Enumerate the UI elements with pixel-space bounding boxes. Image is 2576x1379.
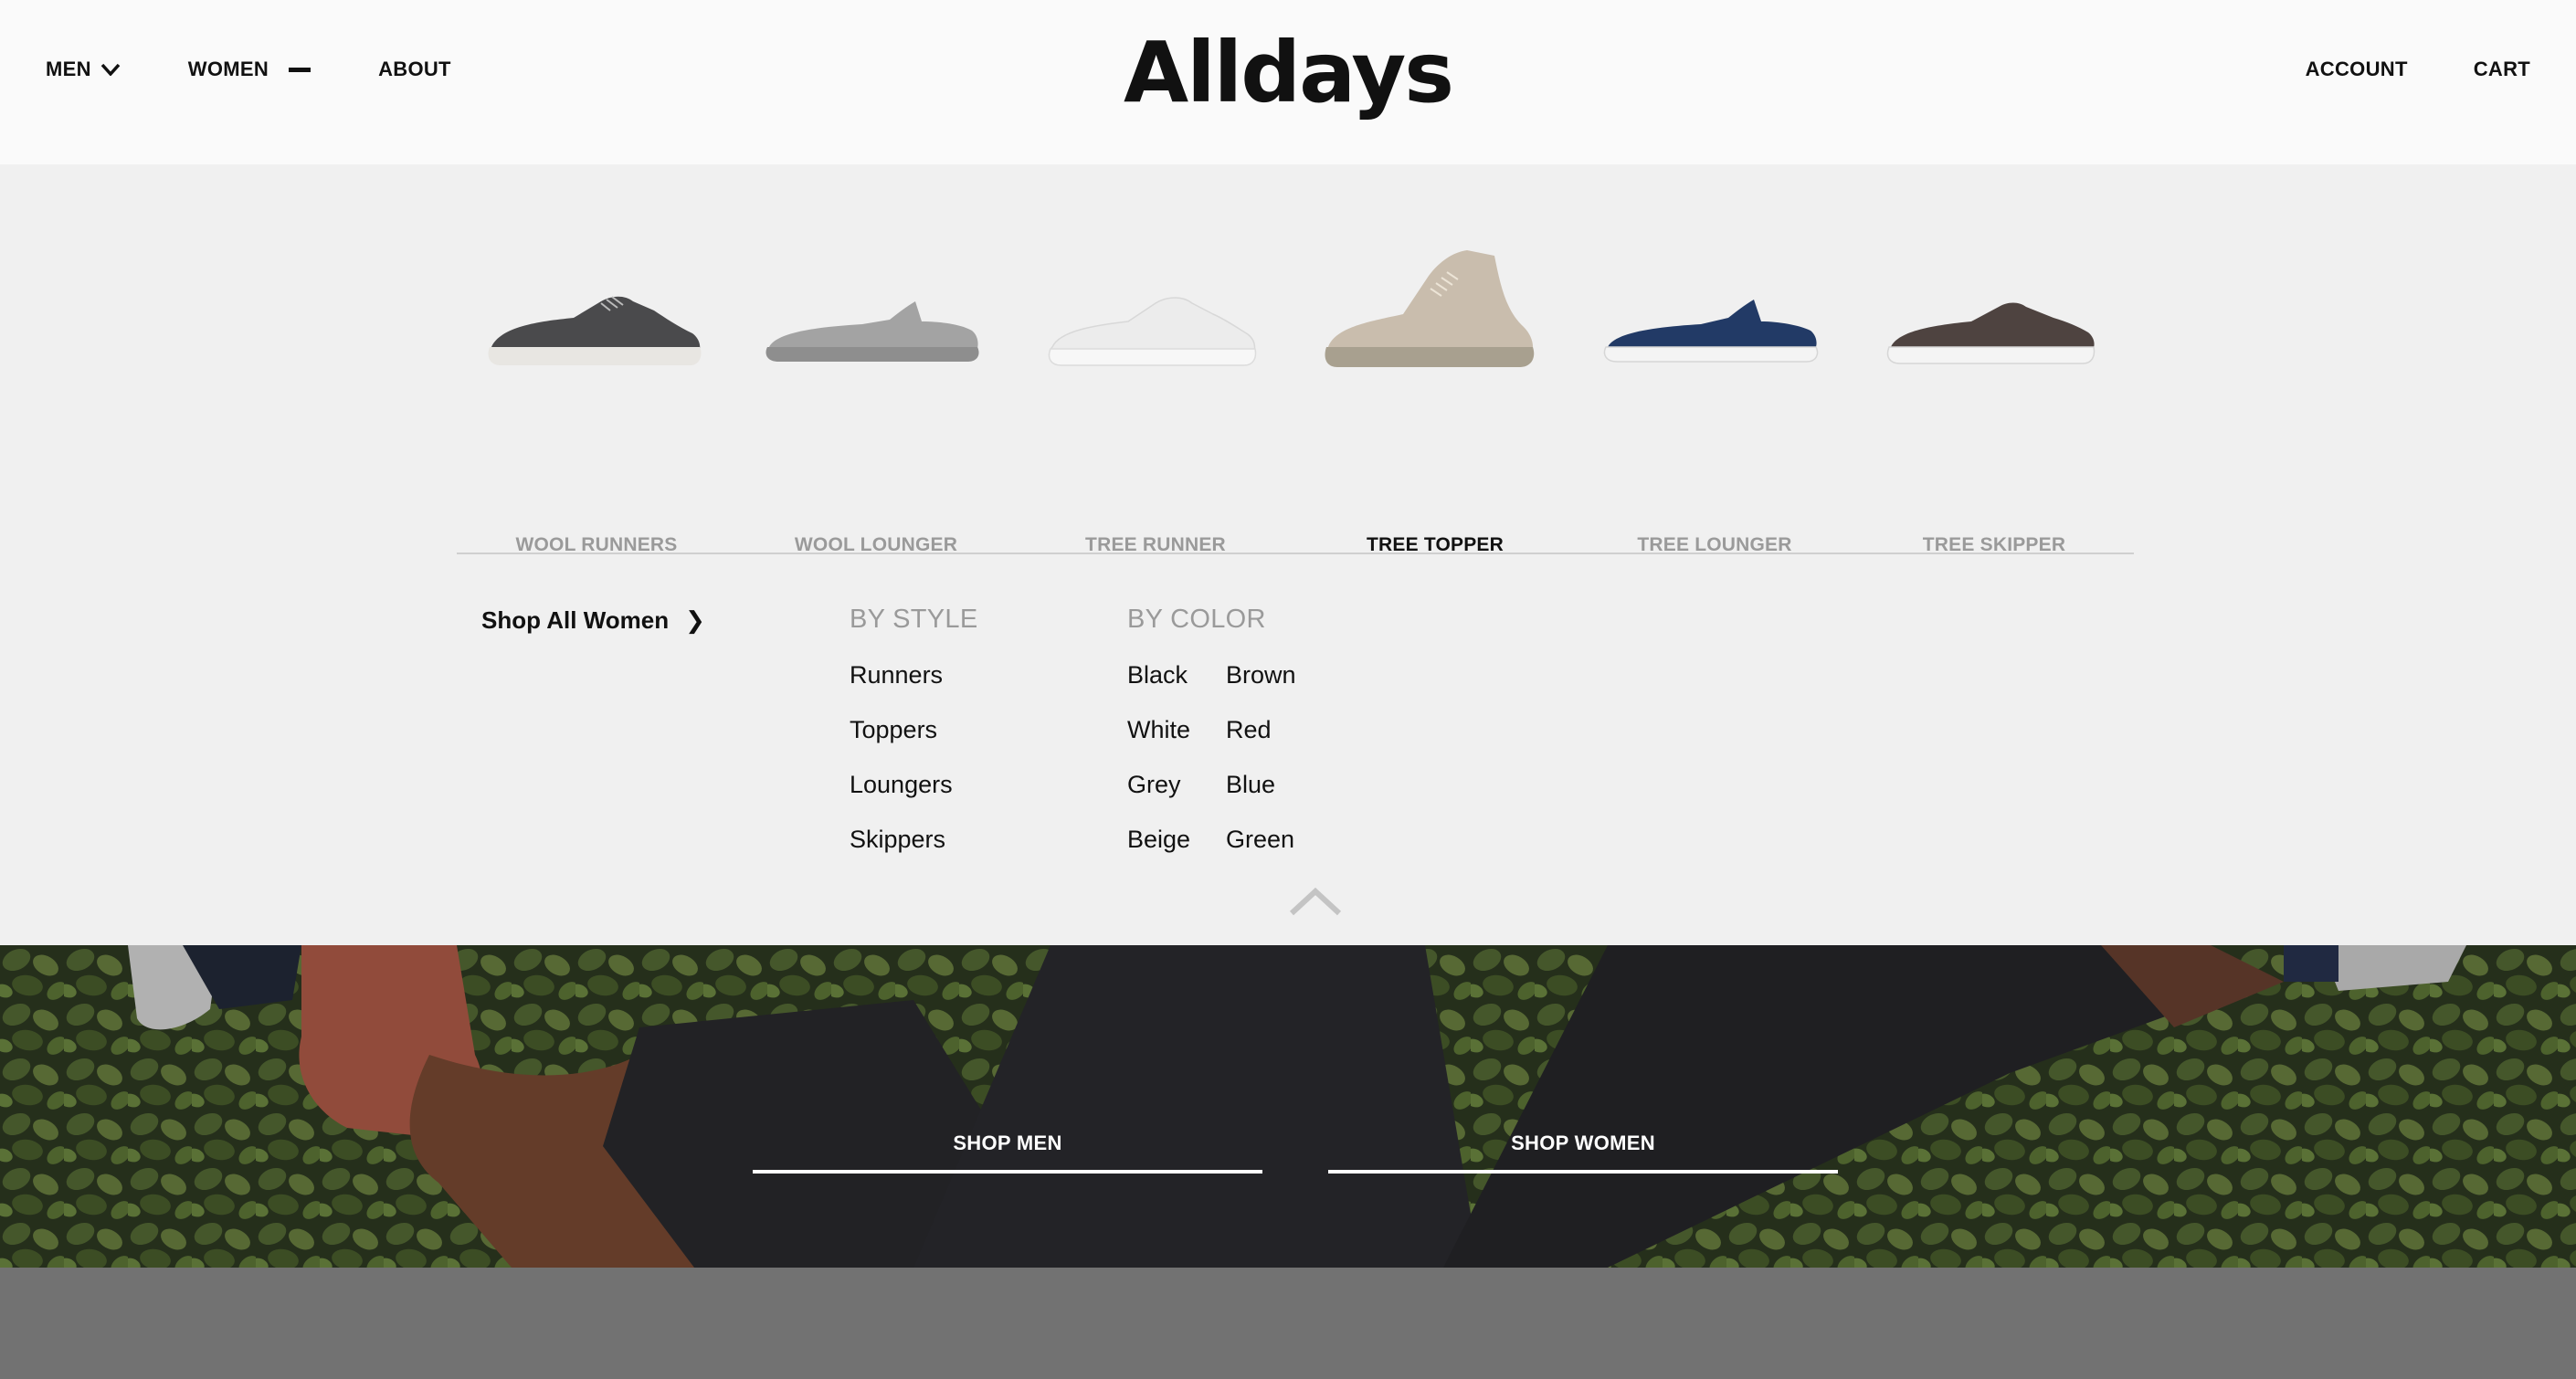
- shop-all-label: Shop All Women: [481, 606, 670, 634]
- chevron-right-icon: ❯: [685, 606, 705, 634]
- color-link-blue[interactable]: Blue: [1226, 771, 1275, 799]
- hero-lifestyle-image: [0, 945, 2576, 1268]
- product-tree-lounger[interactable]: TREE LOUNGER: [1575, 219, 1854, 555]
- product-tree-skipper[interactable]: TREE SKIPPER: [1854, 219, 2134, 555]
- shop-women-button[interactable]: SHOP WOMEN: [1328, 1128, 1838, 1183]
- brand-logo[interactable]: Alldays: [0, 24, 2576, 121]
- tree-runner-shoe-image: [1048, 297, 1257, 366]
- shop-men-button[interactable]: SHOP MEN: [753, 1128, 1262, 1183]
- chevron-up-icon[interactable]: [1288, 884, 1343, 917]
- color-link-green[interactable]: Green: [1226, 826, 1294, 854]
- by-style-heading: BY STYLE: [850, 605, 978, 634]
- shop-women-underline: [1328, 1170, 1838, 1174]
- shop-women-label: SHOP WOMEN: [1511, 1132, 1655, 1154]
- women-mega-menu: WOOL RUNNERS WOOL LOUNGER TREE RUNNER TR…: [0, 164, 2576, 945]
- product-tree-runner[interactable]: TREE RUNNER: [1016, 219, 1295, 555]
- wool-lounger-shoe-image: [765, 301, 979, 362]
- by-color-heading: BY COLOR: [1127, 605, 1266, 634]
- color-link-brown[interactable]: Brown: [1226, 661, 1296, 690]
- color-link-white[interactable]: White: [1127, 716, 1190, 744]
- style-link-skippers[interactable]: Skippers: [850, 826, 945, 854]
- color-link-black[interactable]: Black: [1127, 661, 1188, 690]
- tree-topper-shoe-image: [1325, 250, 1535, 367]
- product-wool-runners[interactable]: WOOL RUNNERS: [457, 219, 736, 555]
- shop-men-label: SHOP MEN: [953, 1132, 1062, 1154]
- tree-skipper-shoe-image: [1886, 302, 2096, 364]
- page-continuation: [0, 1268, 2576, 1379]
- site-header: MEN WOMEN ABOUT Alldays ACCOUNT CART: [0, 0, 2576, 164]
- account-link[interactable]: ACCOUNT: [2306, 58, 2408, 81]
- product-carousel: WOOL RUNNERS WOOL LOUNGER TREE RUNNER TR…: [457, 219, 2134, 555]
- color-link-beige[interactable]: Beige: [1127, 826, 1190, 854]
- color-link-grey[interactable]: Grey: [1127, 771, 1181, 799]
- shop-men-underline: [753, 1170, 1262, 1174]
- cart-label: CART: [2473, 58, 2530, 80]
- hero-banner: SHOP MEN SHOP WOMEN: [0, 945, 2576, 1268]
- cart-link[interactable]: CART: [2474, 58, 2530, 81]
- product-wool-lounger[interactable]: WOOL LOUNGER: [736, 219, 1016, 555]
- utility-nav: ACCOUNT CART: [2240, 55, 2530, 84]
- wool-runner-shoe-image: [488, 296, 702, 365]
- style-link-loungers[interactable]: Loungers: [850, 771, 953, 799]
- style-link-runners[interactable]: Runners: [850, 661, 943, 690]
- color-link-red[interactable]: Red: [1226, 716, 1272, 744]
- product-tree-topper[interactable]: TREE TOPPER: [1295, 219, 1575, 555]
- tree-lounger-shoe-image: [1603, 300, 1819, 363]
- account-label: ACCOUNT: [2305, 58, 2408, 80]
- style-link-toppers[interactable]: Toppers: [850, 716, 937, 744]
- menu-divider: [457, 553, 2134, 554]
- shop-all-women-link[interactable]: Shop All Women ❯: [481, 606, 705, 635]
